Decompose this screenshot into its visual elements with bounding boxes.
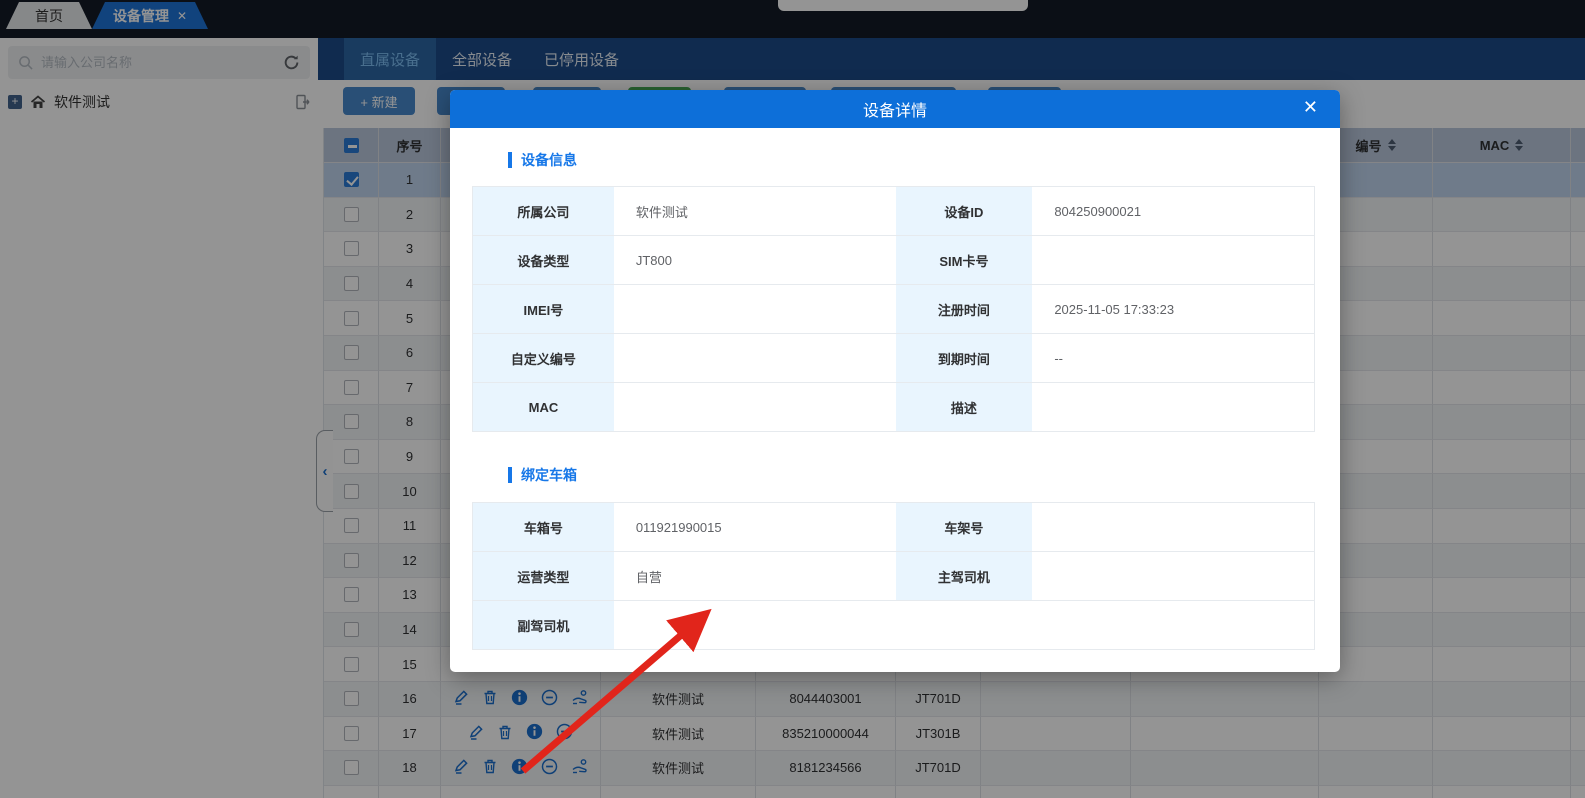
field-value: 2025-11-05 17:33:23 — [1032, 285, 1314, 333]
field-value: 011921990015 — [614, 503, 896, 551]
modal-title: 设备详情 — [863, 97, 927, 121]
field-label: 车架号 — [896, 503, 1033, 551]
field-value — [1032, 503, 1314, 551]
field-value: 804250900021 — [1032, 187, 1314, 235]
field-value: JT800 — [614, 236, 896, 284]
device-detail-modal: 设备详情 ✕ 设备信息 所属公司软件测试设备ID804250900021设备类型… — [450, 90, 1340, 672]
field-value — [614, 285, 896, 333]
field-value — [1032, 236, 1314, 284]
field-row: 运营类型自营主驾司机 — [473, 552, 1314, 601]
section-bar — [508, 467, 512, 483]
field-label: 注册时间 — [896, 285, 1033, 333]
field-row: 自定义编号 到期时间-- — [473, 334, 1314, 383]
field-value: 自营 — [614, 552, 896, 600]
field-value — [614, 383, 896, 431]
field-value — [1032, 552, 1314, 600]
field-value — [614, 334, 896, 382]
field-label: 主驾司机 — [896, 552, 1033, 600]
field-label: SIM卡号 — [896, 236, 1033, 284]
field-label: 描述 — [896, 383, 1033, 431]
field-label: 所属公司 — [473, 187, 614, 235]
field-value — [614, 601, 1314, 649]
field-row: 所属公司软件测试设备ID804250900021 — [473, 187, 1314, 236]
field-label: 车箱号 — [473, 503, 614, 551]
modal-header: 设备详情 ✕ — [450, 90, 1340, 128]
field-value: 软件测试 — [614, 187, 896, 235]
field-label: 设备ID — [896, 187, 1033, 235]
field-label: 到期时间 — [896, 334, 1033, 382]
field-row: 副驾司机 — [473, 601, 1314, 650]
field-label: 设备类型 — [473, 236, 614, 284]
field-row: MAC 描述 — [473, 383, 1314, 432]
field-value — [1032, 383, 1314, 431]
field-row: IMEI号 注册时间2025-11-05 17:33:23 — [473, 285, 1314, 334]
section-bound-vehicle-title: 绑定车箱 — [508, 465, 577, 485]
section-device-info-title: 设备信息 — [508, 150, 577, 170]
device-info-grid: 所属公司软件测试设备ID804250900021设备类型JT800SIM卡号IM… — [472, 186, 1315, 432]
section-bar — [508, 152, 512, 168]
app-window: 首页 设备管理 ✕ + 软件测试 — [0, 0, 1585, 798]
field-value: -- — [1032, 334, 1314, 382]
field-row: 车箱号011921990015车架号 — [473, 503, 1314, 552]
field-label: IMEI号 — [473, 285, 614, 333]
bound-vehicle-grid: 车箱号011921990015车架号运营类型自营主驾司机副驾司机 — [472, 502, 1315, 650]
field-label: MAC — [473, 383, 614, 431]
field-label: 运营类型 — [473, 552, 614, 600]
field-row: 设备类型JT800SIM卡号 — [473, 236, 1314, 285]
field-label: 副驾司机 — [473, 601, 614, 649]
field-label: 自定义编号 — [473, 334, 614, 382]
modal-close-icon[interactable]: ✕ — [1303, 97, 1318, 118]
